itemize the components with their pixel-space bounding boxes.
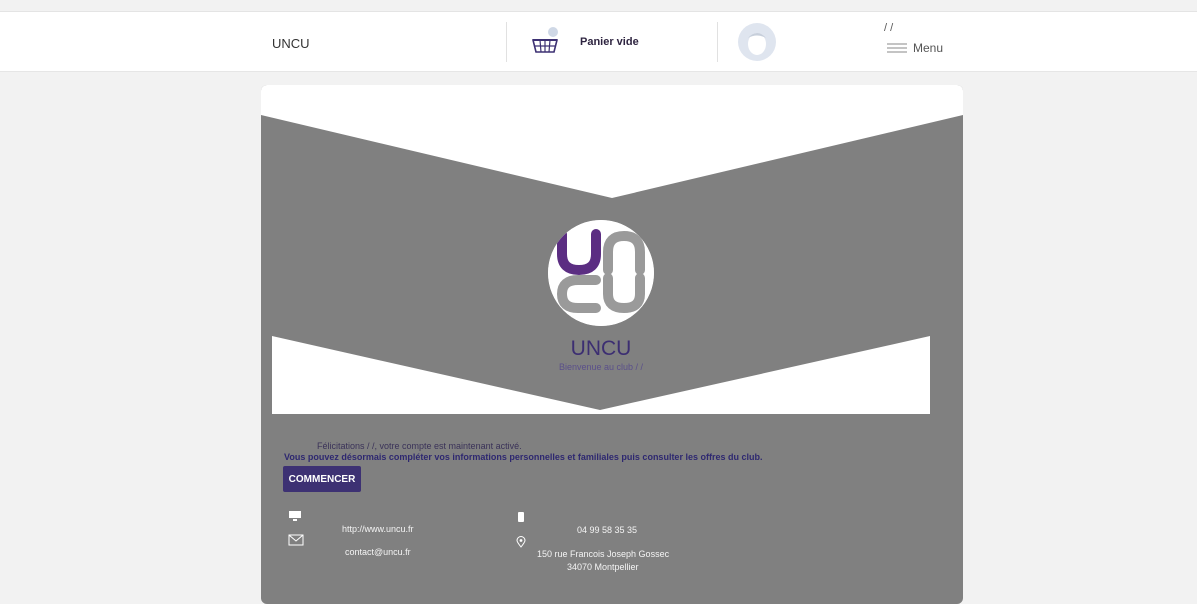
address-line-1: 150 rue Francois Joseph Gossec (537, 549, 670, 559)
envelope-icon (288, 534, 304, 546)
menu-button[interactable]: Menu (887, 40, 943, 56)
next-steps-message: Vous pouvez désormais compléter vos info… (284, 452, 763, 462)
user-avatar-icon[interactable] (737, 22, 777, 62)
club-name: UNCU (570, 337, 632, 360)
site-header: UNCU Panier vide / / Menu (0, 12, 1197, 72)
activation-message: Félicitations / /, votre compte est main… (317, 441, 522, 451)
header-divider (506, 22, 507, 62)
brand-link[interactable]: UNCU (272, 36, 310, 51)
website-link[interactable]: http://www.uncu.fr (342, 524, 414, 534)
welcome-card: UNCU Bienvenue au club / / Félicitations… (261, 85, 963, 604)
hamburger-icon (887, 43, 907, 53)
browser-top-strip (0, 0, 1197, 12)
address-line-2: 34070 Montpellier (567, 562, 639, 572)
start-button[interactable]: COMMENCER (283, 466, 361, 492)
club-logo-icon (548, 220, 654, 326)
basket-icon[interactable] (528, 26, 562, 60)
welcome-subtitle: Bienvenue au club / / (558, 362, 644, 372)
card-top-band (261, 85, 963, 115)
phone-number: 04 99 58 35 35 (577, 525, 638, 535)
monitor-icon (289, 511, 301, 521)
email-link[interactable]: contact@uncu.fr (345, 547, 411, 557)
header-divider (717, 22, 718, 62)
user-name: / / (884, 22, 894, 34)
cart-status-label[interactable]: Panier vide (580, 36, 639, 48)
location-pin-icon (516, 536, 526, 548)
menu-label: Menu (913, 41, 944, 55)
mobile-icon (518, 512, 524, 522)
